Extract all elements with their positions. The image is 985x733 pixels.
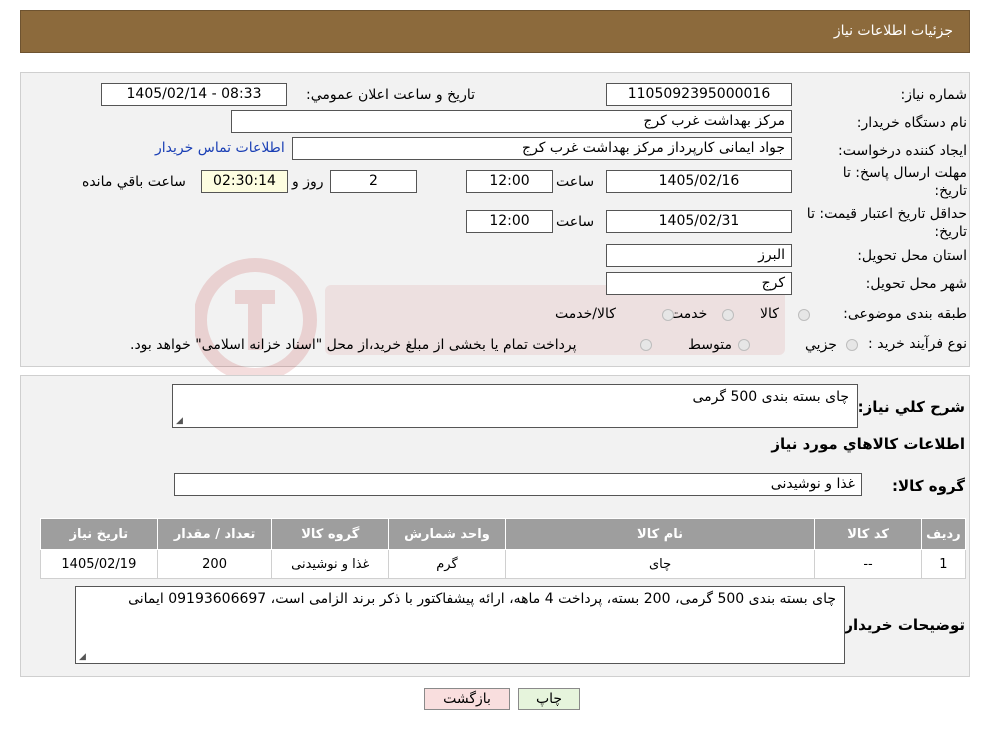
goods-info-title: اطلاعات كالاهاي مورد نياز (771, 435, 965, 453)
col-goods-name: نام کالا (504, 518, 816, 550)
price-validity-label-date: تاريخ: (934, 224, 967, 240)
buyer-notes-textarea[interactable]: چای بسته بندی 500 گرمی، 200 بسته، پرداخت… (75, 586, 845, 664)
category-radio-goods-service[interactable] (662, 309, 674, 321)
summary-textarea[interactable]: چای بسته بندی 500 گرمی ◢ (172, 384, 858, 428)
price-validity-date-field[interactable]: 1405/02/31 (606, 210, 792, 233)
goods-group-field[interactable]: غذا و نوشیدنی (174, 473, 862, 496)
price-validity-time-label: ساعت (556, 214, 595, 230)
delivery-city-field[interactable]: کرج (606, 272, 792, 295)
delivery-province-label: استان محل تحويل: (857, 248, 967, 264)
resize-grip-icon[interactable]: ◢ (176, 416, 183, 426)
deadline-date-field[interactable]: 1405/02/16 (606, 170, 792, 193)
treasury-payment-note: پرداخت تمام يا بخشی از مبلغ خريد،از محل … (130, 337, 577, 353)
deadline-label: مهلت ارسال پاسخ: تا (842, 165, 967, 181)
announce-datetime-label: تاریخ و ساعت اعلان عمومي: (306, 87, 475, 103)
summary-label: شرح كلي نياز: (857, 398, 965, 416)
cell-need-date: 1405/02/19 (40, 549, 158, 579)
request-creator-label: ايجاد کننده درخواست: (838, 143, 967, 159)
col-quantity: تعداد / مقدار (156, 518, 273, 550)
category-label: طبقه بندی موضوعی: (843, 306, 967, 322)
process-option-minor: جزيي (805, 337, 837, 353)
price-validity-time-field[interactable]: 12:00 (466, 210, 553, 233)
cell-goods-group: غذا و نوشیدنی (271, 549, 390, 579)
buyer-org-label: نام دستگاه خريدار: (856, 115, 967, 131)
category-option-service: خدمت (670, 306, 708, 322)
process-option-medium: متوسط (688, 337, 732, 353)
price-validity-label: حداقل تاريخ اعتبار قيمت: تا (806, 206, 967, 222)
purchase-process-label: نوع فرآيند خريد : (868, 336, 967, 352)
days-label: روز و (292, 174, 324, 190)
page-title: جزئیات اطلاعات نیاز (833, 23, 953, 39)
print-button[interactable]: چاپ (518, 688, 580, 710)
category-option-goods-service: کالا/خدمت (555, 306, 616, 322)
cell-goods-code: -- (814, 549, 922, 579)
header-bar: جزئیات اطلاعات نیاز (20, 10, 970, 53)
category-radio-service[interactable] (722, 309, 734, 321)
need-number-field[interactable]: 1105092395000016 (606, 83, 792, 106)
delivery-city-label: شهر محل تحويل: (865, 276, 967, 292)
delivery-province-field[interactable]: البرز (606, 244, 792, 267)
col-goods-group: گروه کالا (271, 518, 390, 550)
table-row: 1 -- چای گرم غذا و نوشیدنی 200 1405/02/1… (40, 549, 967, 579)
col-row-number: رديف (920, 518, 967, 550)
summary-text: چای بسته بندی 500 گرمی (692, 389, 849, 405)
col-goods-code: کد کالا (814, 518, 922, 550)
cell-goods-name: چای (504, 549, 816, 579)
cell-quantity: 200 (156, 549, 273, 579)
process-radio-medium[interactable] (738, 339, 750, 351)
buyer-contact-link[interactable]: اطلاعات تماس خريدار (155, 140, 285, 156)
remaining-time-field[interactable]: 02:30:14 (201, 170, 288, 193)
announce-datetime-field[interactable]: 1405/02/14 - 08:33 (101, 83, 287, 106)
col-unit: واحد شمارش (388, 518, 506, 550)
col-need-date: تاریخ نیاز (40, 518, 158, 550)
category-option-goods: کالا (760, 306, 779, 322)
deadline-label-date: تاريخ: (934, 183, 967, 199)
table-header-row: رديف کد کالا نام کالا واحد شمارش گروه کا… (40, 518, 967, 550)
buyer-notes-label: توضيحات خريدار: (838, 616, 965, 634)
process-radio-treasury[interactable] (640, 339, 652, 351)
remaining-days-field[interactable]: 2 (330, 170, 417, 193)
remaining-time-label: ساعت باقي مانده (82, 174, 186, 190)
cell-row-number: 1 (920, 549, 967, 579)
goods-group-label: گروه کالا: (892, 477, 965, 495)
cell-unit: گرم (388, 549, 506, 579)
resize-grip-icon[interactable]: ◢ (79, 652, 86, 662)
deadline-time-field[interactable]: 12:00 (466, 170, 553, 193)
process-radio-minor[interactable] (846, 339, 858, 351)
buyer-notes-text: چای بسته بندی 500 گرمی، 200 بسته، پرداخت… (128, 591, 836, 607)
category-radio-goods[interactable] (798, 309, 810, 321)
goods-table: رديف کد کالا نام کالا واحد شمارش گروه کا… (40, 518, 967, 579)
deadline-time-label: ساعت (556, 174, 595, 190)
back-button[interactable]: بازگشت (424, 688, 510, 710)
buyer-org-field[interactable]: مرکز بهداشت غرب کرج (231, 110, 792, 133)
request-creator-field[interactable]: جواد ایمانی کارپرداز مرکز بهداشت غرب کرج (292, 137, 792, 160)
need-number-label: شماره نیاز: (900, 87, 968, 103)
